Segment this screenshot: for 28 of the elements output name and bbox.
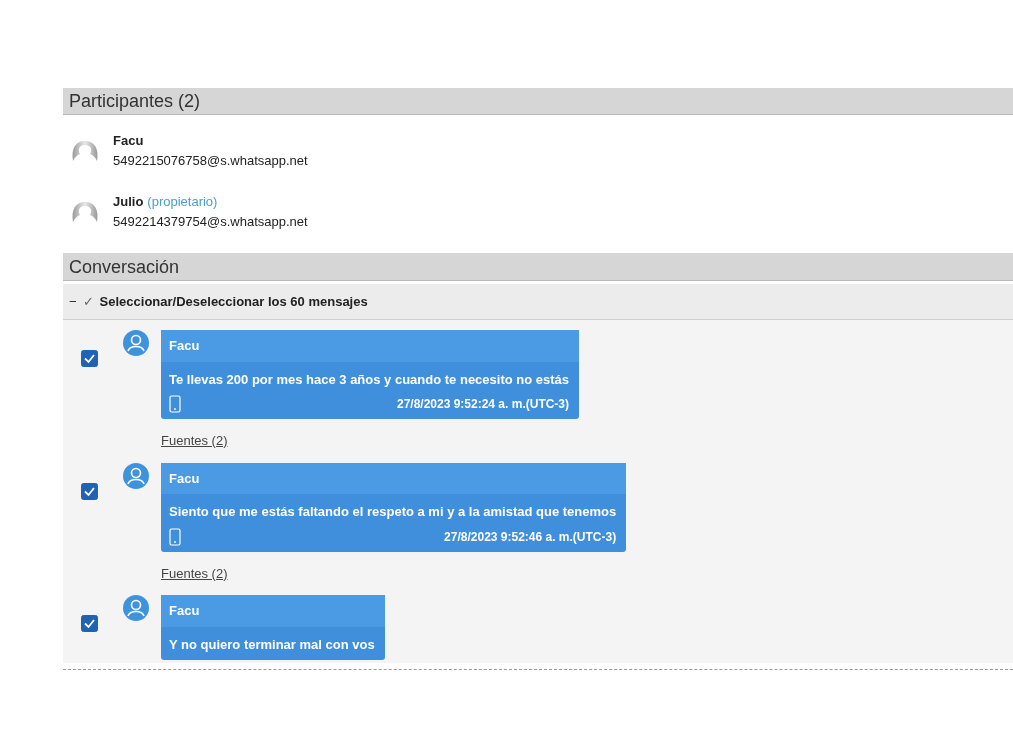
participant-address: 5492214379754@s.whatsapp.net <box>113 212 308 231</box>
participant-address: 5492215076758@s.whatsapp.net <box>113 151 308 170</box>
section-header: Conversación <box>63 253 1013 281</box>
participant-name: Facu <box>113 132 144 150</box>
sender-name: Facu <box>161 462 627 494</box>
phone-icon <box>169 527 181 546</box>
message-text: Te llevas 200 por mes hace 3 años y cuando te necesito no estás <box>168 370 571 389</box>
message-checkbox[interactable] <box>81 482 98 500</box>
select-all-label[interactable]: Seleccionar/Deseleccionar los 60 mensajes <box>99 291 368 312</box>
sources-link[interactable]: Fuentes (2) <box>161 431 228 451</box>
participant-name: Julio <box>113 193 144 211</box>
check-icon: ✓ <box>82 291 94 312</box>
sender-name: Facu <box>161 330 580 362</box>
message-text: Y no quiero terminar mal con vos <box>168 635 376 654</box>
collapse-icon[interactable]: − <box>69 291 77 312</box>
message-text: Siento que me estás faltando el respeto a mi y a la amistad que tenemos <box>168 503 618 521</box>
message-timestamp: 27/8/2023 9:52:46 a. m.(UTC-3) <box>444 528 618 546</box>
phone-icon <box>169 395 181 413</box>
sources-link[interactable]: Fuentes (2) <box>161 563 228 583</box>
message-timestamp: 27/8/2023 9:52:24 a. m.(UTC-3) <box>396 396 571 413</box>
message-checkbox[interactable] <box>81 350 98 367</box>
message-checkbox[interactable] <box>81 615 98 632</box>
user-icon <box>123 462 149 489</box>
participant-role: (propietario) <box>147 193 218 211</box>
section-header: Participantes (2) <box>63 88 1013 115</box>
user-icon <box>123 595 149 621</box>
sender-name: Facu <box>161 595 385 627</box>
user-icon <box>123 330 149 356</box>
